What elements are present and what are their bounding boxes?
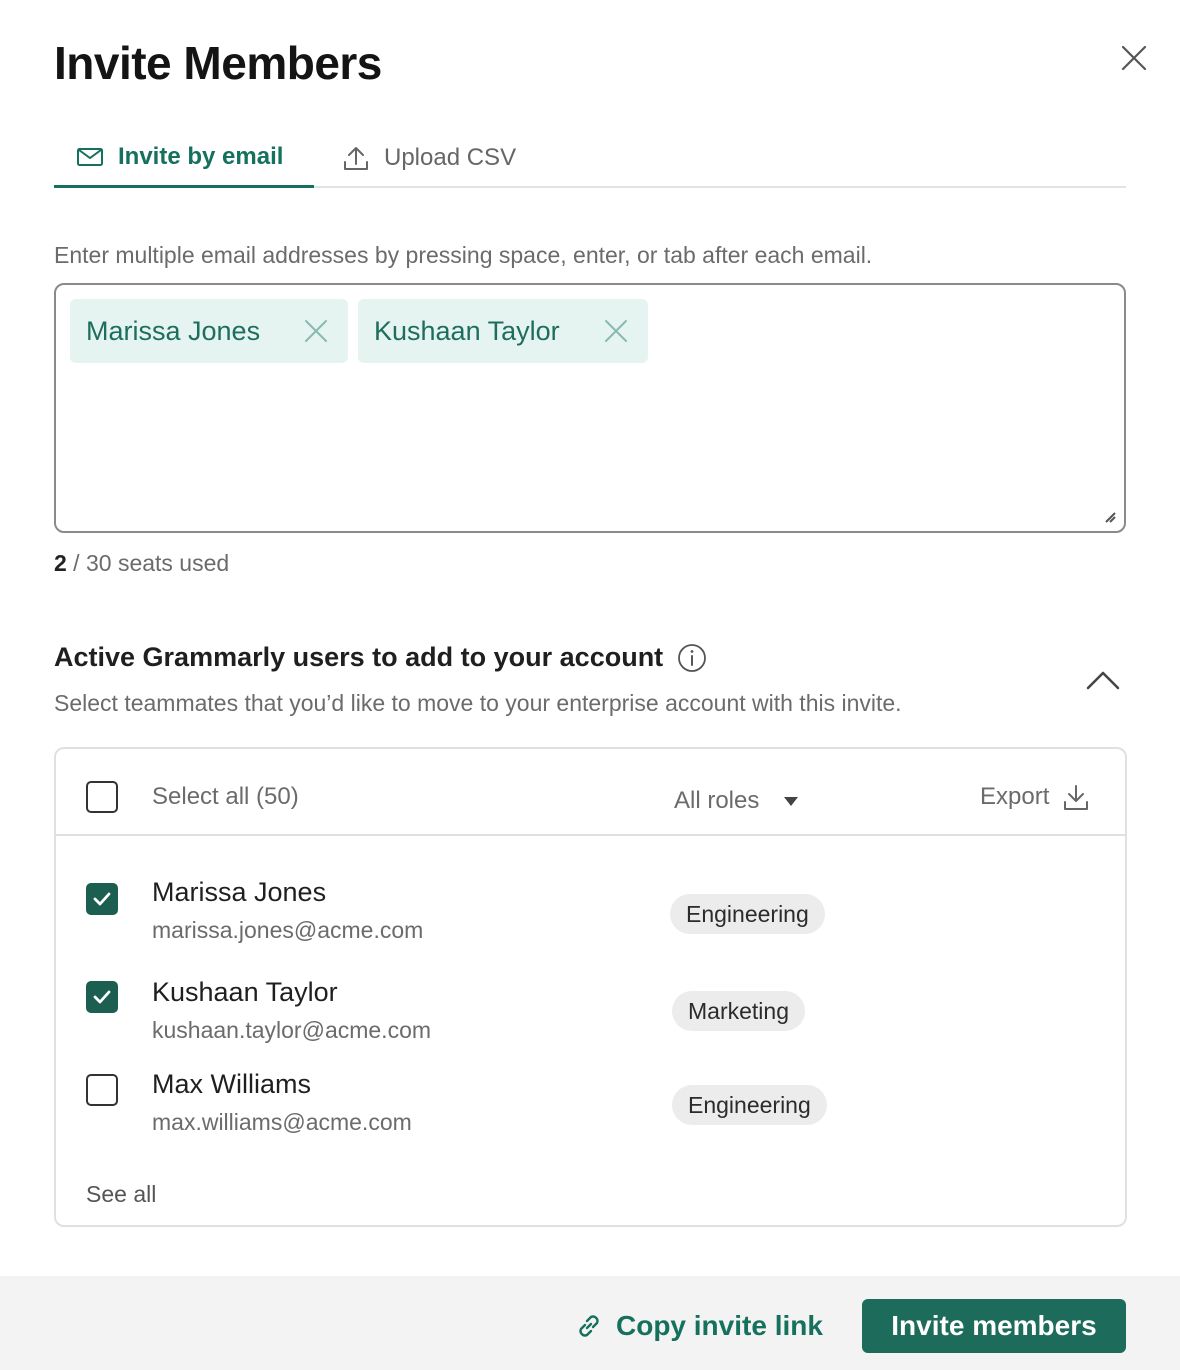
export-button[interactable]: Export bbox=[980, 783, 1089, 811]
email-chip: Kushaan Taylor bbox=[358, 299, 648, 363]
chevron-up-icon[interactable] bbox=[1084, 664, 1122, 694]
copy-invite-link-label: Copy invite link bbox=[616, 1310, 823, 1341]
user-email: marissa.jones@acme.com bbox=[152, 917, 424, 943]
caret-down-icon bbox=[784, 797, 799, 806]
resize-handle-icon[interactable] bbox=[1104, 511, 1116, 523]
email-chip: Marissa Jones bbox=[70, 299, 348, 363]
checkmark-icon bbox=[93, 990, 111, 1004]
select-all-label: Select all (50) bbox=[152, 783, 299, 810]
link-icon bbox=[579, 1315, 599, 1337]
upload-icon bbox=[344, 147, 368, 170]
copy-invite-link-button[interactable]: Copy invite link bbox=[574, 1310, 823, 1342]
invite-members-modal: Invite Members Invite by email Upload CS… bbox=[0, 0, 1180, 1370]
active-users-title: Active Grammarly users to add to your ac… bbox=[54, 642, 664, 672]
close-button[interactable] bbox=[1116, 40, 1152, 76]
email-input-hint: Enter multiple email addresses by pressi… bbox=[54, 242, 873, 268]
download-icon bbox=[1064, 785, 1089, 810]
user-row: Marissa Jones marissa.jones@acme.com Eng… bbox=[56, 877, 1125, 967]
tab-upload-csv[interactable]: Upload CSV bbox=[342, 128, 516, 188]
chip-label: Kushaan Taylor bbox=[374, 315, 560, 346]
active-users-subtitle: Select teammates that you’d like to move… bbox=[54, 690, 902, 716]
email-input-area[interactable]: Marissa Jones Kushaan Taylor bbox=[54, 283, 1126, 533]
user-row: Max Williams max.williams@acme.com Engin… bbox=[56, 1069, 1125, 1159]
role-badge: Engineering bbox=[670, 894, 825, 934]
info-icon[interactable] bbox=[677, 643, 707, 673]
user-checkbox[interactable] bbox=[86, 883, 118, 915]
remove-chip-icon[interactable] bbox=[604, 319, 628, 343]
seats-used: 2 / 30 seats used bbox=[54, 550, 229, 577]
user-email: max.williams@acme.com bbox=[152, 1109, 412, 1135]
seats-total-text: / 30 seats used bbox=[66, 550, 230, 576]
remove-chip-icon[interactable] bbox=[304, 319, 328, 343]
user-email: kushaan.taylor@acme.com bbox=[152, 1017, 432, 1043]
user-checkbox[interactable] bbox=[86, 1074, 118, 1106]
tab-label: Invite by email bbox=[118, 142, 284, 170]
invite-members-button[interactable]: Invite members bbox=[862, 1299, 1126, 1353]
role-badge: Engineering bbox=[672, 1085, 827, 1125]
roles-filter-dropdown[interactable]: All roles bbox=[674, 787, 799, 815]
export-label: Export bbox=[980, 783, 1050, 810]
role-badge: Marketing bbox=[672, 991, 805, 1031]
chip-label: Marissa Jones bbox=[86, 315, 261, 346]
user-row: Kushaan Taylor kushaan.taylor@acme.com M… bbox=[56, 977, 1125, 1067]
close-icon bbox=[1121, 45, 1147, 71]
active-users-heading: Active Grammarly users to add to your ac… bbox=[54, 642, 707, 673]
modal-footer: Copy invite link Invite members bbox=[0, 1276, 1180, 1370]
user-name: Marissa Jones bbox=[152, 877, 327, 907]
users-list-header: Select all (50) All roles Export bbox=[56, 749, 1125, 836]
modal-title: Invite Members bbox=[54, 37, 382, 89]
checkmark-icon bbox=[93, 892, 111, 906]
user-checkbox[interactable] bbox=[86, 981, 118, 1013]
seats-used-count: 2 bbox=[54, 550, 67, 576]
tab-invite-by-email[interactable]: Invite by email bbox=[54, 128, 314, 188]
roles-filter-label: All roles bbox=[674, 787, 760, 814]
mail-icon bbox=[77, 147, 103, 166]
tab-label: Upload CSV bbox=[384, 144, 517, 171]
users-list-panel: Select all (50) All roles Export Marissa… bbox=[54, 747, 1127, 1227]
tab-bar: Invite by email Upload CSV bbox=[54, 128, 1126, 188]
user-name: Kushaan Taylor bbox=[152, 977, 338, 1007]
see-all-link[interactable]: See all bbox=[86, 1181, 156, 1208]
select-all-checkbox[interactable] bbox=[86, 781, 118, 813]
user-name: Max Williams bbox=[152, 1069, 311, 1099]
